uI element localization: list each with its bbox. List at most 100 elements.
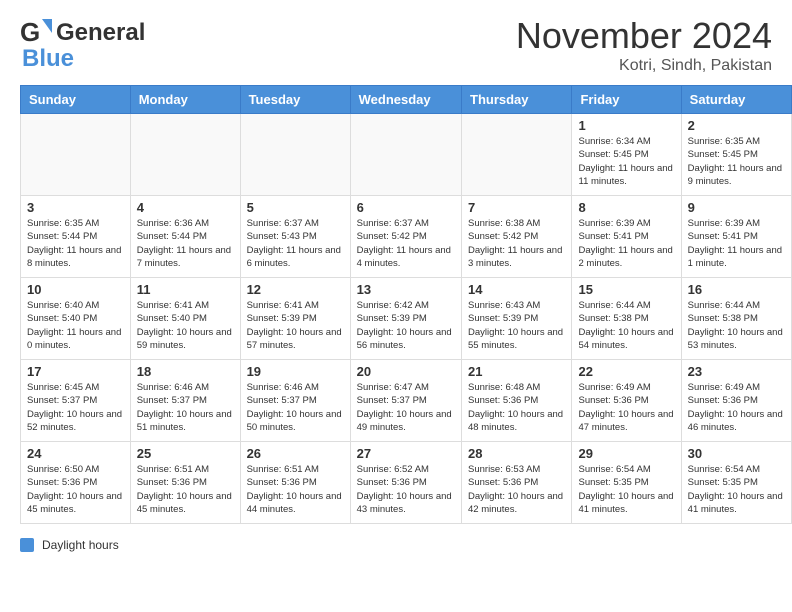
day-info: Sunrise: 6:48 AM Sunset: 5:36 PM Dayligh…: [468, 381, 565, 434]
day-info: Sunrise: 6:46 AM Sunset: 5:37 PM Dayligh…: [137, 381, 234, 434]
day-cell: 6 Sunrise: 6:37 AM Sunset: 5:42 PM Daylig…: [350, 196, 461, 278]
day-info: Sunrise: 6:38 AM Sunset: 5:42 PM Dayligh…: [468, 217, 565, 270]
day-info: Sunrise: 6:54 AM Sunset: 5:35 PM Dayligh…: [688, 463, 785, 516]
logo-blue-text: Blue: [22, 45, 74, 73]
day-number: 27: [357, 446, 455, 461]
calendar-header-row: Sunday Monday Tuesday Wednesday Thursday…: [21, 86, 792, 114]
day-number: 14: [468, 282, 565, 297]
day-info: Sunrise: 6:51 AM Sunset: 5:36 PM Dayligh…: [137, 463, 234, 516]
day-number: 8: [578, 200, 674, 215]
day-number: 23: [688, 364, 785, 379]
day-number: 21: [468, 364, 565, 379]
day-cell: 25 Sunrise: 6:51 AM Sunset: 5:36 PM Dayli…: [130, 442, 240, 524]
day-number: 3: [27, 200, 124, 215]
day-number: 17: [27, 364, 124, 379]
day-cell: 10 Sunrise: 6:40 AM Sunset: 5:40 PM Dayli…: [21, 278, 131, 360]
day-cell: 11 Sunrise: 6:41 AM Sunset: 5:40 PM Dayli…: [130, 278, 240, 360]
day-cell: [130, 114, 240, 196]
daylight-label: Daylight hours: [42, 538, 119, 552]
day-info: Sunrise: 6:54 AM Sunset: 5:35 PM Dayligh…: [578, 463, 674, 516]
col-saturday: Saturday: [681, 86, 791, 114]
day-number: 9: [688, 200, 785, 215]
day-cell: [240, 114, 350, 196]
day-number: 22: [578, 364, 674, 379]
day-cell: 30 Sunrise: 6:54 AM Sunset: 5:35 PM Dayli…: [681, 442, 791, 524]
day-cell: 14 Sunrise: 6:43 AM Sunset: 5:39 PM Dayli…: [462, 278, 572, 360]
day-info: Sunrise: 6:52 AM Sunset: 5:36 PM Dayligh…: [357, 463, 455, 516]
day-cell: [462, 114, 572, 196]
day-cell: [21, 114, 131, 196]
day-cell: [350, 114, 461, 196]
day-number: 20: [357, 364, 455, 379]
week-row-3: 10 Sunrise: 6:40 AM Sunset: 5:40 PM Dayli…: [21, 278, 792, 360]
day-info: Sunrise: 6:36 AM Sunset: 5:44 PM Dayligh…: [137, 217, 234, 270]
day-cell: 24Sunrise: 6:50 AM Sunset: 5:36 PM Dayli…: [21, 442, 131, 524]
day-cell: 2 Sunrise: 6:35 AM Sunset: 5:45 PM Daylig…: [681, 114, 791, 196]
day-cell: 8Sunrise: 6:39 AM Sunset: 5:41 PM Daylig…: [572, 196, 681, 278]
week-row-2: 3 Sunrise: 6:35 AM Sunset: 5:44 PM Daylig…: [21, 196, 792, 278]
day-cell: 20 Sunrise: 6:47 AM Sunset: 5:37 PM Dayli…: [350, 360, 461, 442]
day-number: 30: [688, 446, 785, 461]
day-info: Sunrise: 6:53 AM Sunset: 5:36 PM Dayligh…: [468, 463, 565, 516]
day-cell: 27 Sunrise: 6:52 AM Sunset: 5:36 PM Dayli…: [350, 442, 461, 524]
day-info: Sunrise: 6:41 AM Sunset: 5:40 PM Dayligh…: [137, 299, 234, 352]
day-cell: 12 Sunrise: 6:41 AM Sunset: 5:39 PM Dayli…: [240, 278, 350, 360]
day-number: 26: [247, 446, 344, 461]
day-cell: 15Sunrise: 6:44 AM Sunset: 5:38 PM Dayli…: [572, 278, 681, 360]
day-info: Sunrise: 6:41 AM Sunset: 5:39 PM Dayligh…: [247, 299, 344, 352]
day-number: 6: [357, 200, 455, 215]
svg-text:G: G: [20, 17, 40, 47]
col-friday: Friday: [572, 86, 681, 114]
day-number: 25: [137, 446, 234, 461]
day-cell: 7 Sunrise: 6:38 AM Sunset: 5:42 PM Daylig…: [462, 196, 572, 278]
day-info: Sunrise: 6:49 AM Sunset: 5:36 PM Dayligh…: [688, 381, 785, 434]
day-number: 7: [468, 200, 565, 215]
day-info: Sunrise: 6:35 AM Sunset: 5:45 PM Dayligh…: [688, 135, 785, 188]
day-cell: 26 Sunrise: 6:51 AM Sunset: 5:36 PM Dayli…: [240, 442, 350, 524]
title-block: November 2024 Kotri, Sindh, Pakistan: [516, 15, 772, 75]
day-cell: 22 Sunrise: 6:49 AM Sunset: 5:36 PM Dayli…: [572, 360, 681, 442]
col-sunday: Sunday: [21, 86, 131, 114]
day-info: Sunrise: 6:51 AM Sunset: 5:36 PM Dayligh…: [247, 463, 344, 516]
day-info: Sunrise: 6:43 AM Sunset: 5:39 PM Dayligh…: [468, 299, 565, 352]
calendar-body: 1Sunrise: 6:34 AM Sunset: 5:45 PM Daylig…: [21, 114, 792, 524]
day-number: 12: [247, 282, 344, 297]
day-cell: 16Sunrise: 6:44 AM Sunset: 5:38 PM Dayli…: [681, 278, 791, 360]
day-number: 24: [27, 446, 124, 461]
logo: G General Blue: [20, 15, 145, 73]
col-thursday: Thursday: [462, 86, 572, 114]
calendar-wrapper: Sunday Monday Tuesday Wednesday Thursday…: [0, 85, 792, 534]
day-cell: 28 Sunrise: 6:53 AM Sunset: 5:36 PM Dayli…: [462, 442, 572, 524]
day-cell: 9Sunrise: 6:39 AM Sunset: 5:41 PM Daylig…: [681, 196, 791, 278]
week-row-5: 24Sunrise: 6:50 AM Sunset: 5:36 PM Dayli…: [21, 442, 792, 524]
footer: Daylight hours: [0, 534, 792, 556]
logo-general-text: General: [56, 19, 145, 47]
day-cell: 17Sunrise: 6:45 AM Sunset: 5:37 PM Dayli…: [21, 360, 131, 442]
day-cell: 5Sunrise: 6:37 AM Sunset: 5:43 PM Daylig…: [240, 196, 350, 278]
day-number: 4: [137, 200, 234, 215]
calendar-table: Sunday Monday Tuesday Wednesday Thursday…: [20, 85, 792, 524]
day-info: Sunrise: 6:47 AM Sunset: 5:37 PM Dayligh…: [357, 381, 455, 434]
day-number: 11: [137, 282, 234, 297]
day-info: Sunrise: 6:49 AM Sunset: 5:36 PM Dayligh…: [578, 381, 674, 434]
day-cell: 19Sunrise: 6:46 AM Sunset: 5:37 PM Dayli…: [240, 360, 350, 442]
day-number: 2: [688, 118, 785, 133]
day-cell: 13Sunrise: 6:42 AM Sunset: 5:39 PM Dayli…: [350, 278, 461, 360]
day-info: Sunrise: 6:40 AM Sunset: 5:40 PM Dayligh…: [27, 299, 124, 352]
page-container: G General Blue November 2024 Kotri, Sind…: [0, 0, 792, 556]
day-cell: 18Sunrise: 6:46 AM Sunset: 5:37 PM Dayli…: [130, 360, 240, 442]
day-cell: 3 Sunrise: 6:35 AM Sunset: 5:44 PM Daylig…: [21, 196, 131, 278]
day-number: 10: [27, 282, 124, 297]
day-number: 15: [578, 282, 674, 297]
day-cell: 23 Sunrise: 6:49 AM Sunset: 5:36 PM Dayli…: [681, 360, 791, 442]
col-monday: Monday: [130, 86, 240, 114]
day-number: 1: [578, 118, 674, 133]
header: G General Blue November 2024 Kotri, Sind…: [0, 0, 792, 85]
day-info: Sunrise: 6:37 AM Sunset: 5:43 PM Dayligh…: [247, 217, 344, 270]
day-info: Sunrise: 6:37 AM Sunset: 5:42 PM Dayligh…: [357, 217, 455, 270]
day-number: 28: [468, 446, 565, 461]
day-cell: 29Sunrise: 6:54 AM Sunset: 5:35 PM Dayli…: [572, 442, 681, 524]
col-wednesday: Wednesday: [350, 86, 461, 114]
day-cell: 4 Sunrise: 6:36 AM Sunset: 5:44 PM Daylig…: [130, 196, 240, 278]
day-info: Sunrise: 6:35 AM Sunset: 5:44 PM Dayligh…: [27, 217, 124, 270]
